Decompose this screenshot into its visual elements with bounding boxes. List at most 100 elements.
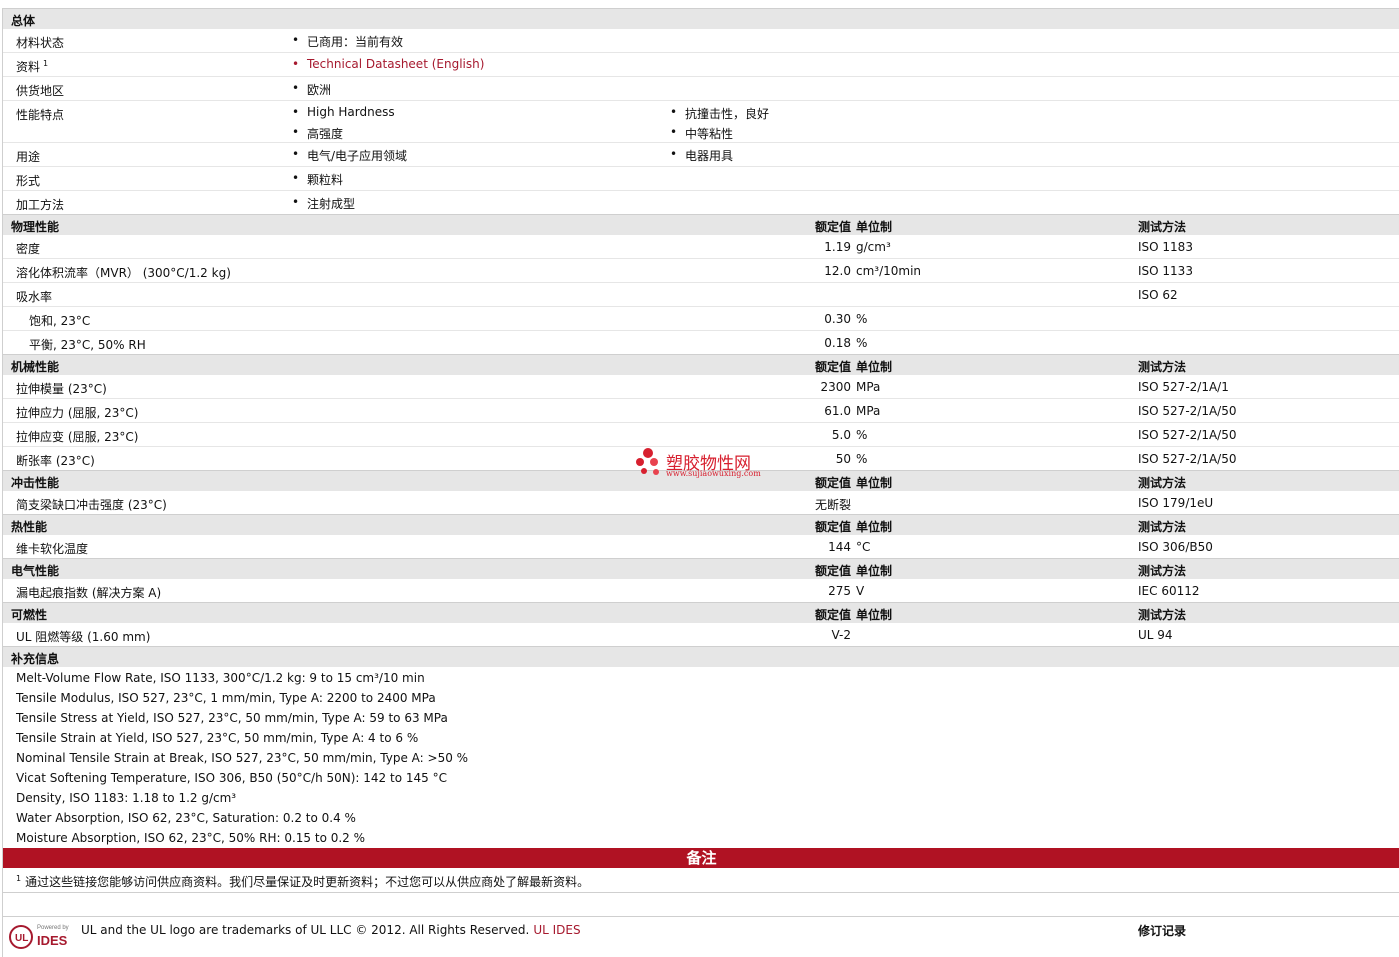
- unit-header: 单位制: [856, 220, 893, 234]
- property-value: 61.0: [824, 404, 851, 418]
- revision-history-label: 修订记录: [1138, 924, 1187, 938]
- property-value: 0.30: [824, 312, 851, 326]
- supplemental-line: Moisture Absorption, ISO 62, 23°C, 50% R…: [16, 831, 366, 845]
- property-unit: °C: [856, 540, 871, 554]
- property-label: 维卡软化温度: [16, 542, 89, 556]
- property-label: 平衡, 23°C, 50% RH: [29, 338, 146, 352]
- feature-item: High Hardness: [292, 105, 395, 119]
- row-literature: 资料1 Technical Datasheet (English): [3, 53, 1399, 77]
- method-header: 测试方法: [1138, 520, 1187, 534]
- property-method: ISO 179/1eU: [1138, 496, 1214, 510]
- row-value: 颗粒料: [292, 171, 343, 188]
- nominal-header: 额定值: [814, 476, 851, 490]
- section-title: 物理性能: [11, 220, 60, 234]
- watermark: 塑胶物性网 www.sujiaowuxing.com: [634, 447, 774, 483]
- watermark-dots-icon: [636, 448, 659, 475]
- nominal-header: 额定值: [814, 520, 851, 534]
- table-row: 密度 1.19 g/cm³ ISO 1183: [3, 235, 1399, 259]
- section-electrical-header: 电气性能 额定值 单位制 测试方法: [3, 558, 1399, 579]
- use-item: 电气/电子应用领域: [292, 147, 407, 164]
- section-thermal-header: 热性能 额定值 单位制 测试方法: [3, 514, 1399, 535]
- nominal-header: 额定值: [814, 220, 851, 234]
- technical-datasheet-link[interactable]: Technical Datasheet (English): [292, 57, 484, 71]
- table-row: UL 阻燃等级 (1.60 mm) V-2 UL 94: [3, 623, 1399, 646]
- supplemental-line: Tensile Strain at Yield, ISO 527, 23°C, …: [16, 731, 419, 745]
- property-value: 1.19: [824, 240, 851, 254]
- property-method: ISO 527-2/1A/50: [1138, 404, 1237, 418]
- property-unit: %: [856, 452, 868, 466]
- footer: UL Powered by IDES UL and the UL logo ar…: [3, 916, 1399, 957]
- supplemental-line: Density, ISO 1183: 1.18 to 1.2 g/cm³: [16, 791, 237, 805]
- feature-item: 中等粘性: [670, 125, 733, 142]
- ul-ides-link[interactable]: UL IDES: [533, 923, 580, 937]
- row-value: 注射成型: [292, 195, 355, 212]
- property-unit: MPa: [856, 404, 881, 418]
- section-title: 可燃性: [11, 608, 48, 622]
- row-availability: 供货地区 欧洲: [3, 77, 1399, 101]
- property-unit: %: [856, 312, 868, 326]
- property-method: ISO 527-2/1A/1: [1138, 380, 1229, 394]
- supplemental-line: Nominal Tensile Strain at Break, ISO 527…: [16, 751, 469, 765]
- table-row: 饱和, 23°C 0.30 %: [3, 307, 1399, 331]
- property-unit: %: [856, 428, 868, 442]
- table-row: 拉伸应变 (屈服, 23°C) 5.0 % ISO 527-2/1A/50: [3, 423, 1399, 447]
- method-header: 测试方法: [1138, 220, 1187, 234]
- nominal-header: 额定值: [814, 608, 851, 622]
- supplemental-line: Tensile Stress at Yield, ISO 527, 23°C, …: [16, 711, 448, 725]
- table-row: 拉伸模量 (23°C) 2300 MPa ISO 527-2/1A/1: [3, 375, 1399, 399]
- property-value: 2300: [820, 380, 851, 394]
- row-processing: 加工方法 注射成型: [3, 191, 1399, 214]
- table-row: 溶化体积流率（MVR） (300°C/1.2 kg) 12.0 cm³/10mi…: [3, 259, 1399, 283]
- section-supplemental-header: 补充信息: [3, 646, 1399, 667]
- row-label: 供货地区: [16, 84, 65, 98]
- section-title: 冲击性能: [11, 476, 60, 490]
- footnote-marker: 1: [43, 59, 49, 68]
- property-method: IEC 60112: [1138, 584, 1200, 598]
- property-label: 密度: [16, 242, 41, 256]
- property-unit: g/cm³: [856, 240, 891, 254]
- property-value: 275: [828, 584, 851, 598]
- watermark-url: www.sujiaowuxing.com: [666, 469, 761, 478]
- property-label: 饱和, 23°C: [29, 314, 91, 328]
- unit-header: 单位制: [856, 564, 893, 578]
- svg-text:UL: UL: [15, 933, 28, 944]
- table-row: 维卡软化温度 144 °C ISO 306/B50: [3, 535, 1399, 558]
- table-row: 漏电起痕指数 (解决方案 A) 275 V IEC 60112: [3, 579, 1399, 602]
- property-value: 50: [835, 452, 851, 466]
- section-title: 电气性能: [11, 564, 60, 578]
- property-unit: %: [856, 336, 868, 350]
- property-value: 无断裂: [814, 498, 851, 512]
- section-general-header: 总体: [3, 8, 1399, 29]
- property-label: 吸水率: [16, 290, 53, 304]
- section-flammability-header: 可燃性 额定值 单位制 测试方法: [3, 602, 1399, 623]
- property-label: 拉伸模量 (23°C): [16, 382, 107, 396]
- row-label: 材料状态: [16, 36, 65, 50]
- nominal-header: 额定值: [814, 564, 851, 578]
- row-value: 欧洲: [292, 81, 331, 98]
- property-value: V-2: [831, 628, 851, 642]
- unit-header: 单位制: [856, 476, 893, 490]
- property-method: ISO 1183: [1138, 240, 1193, 254]
- property-label: 拉伸应变 (屈服, 23°C): [16, 430, 139, 444]
- section-physical-header: 物理性能 额定值 单位制 测试方法: [3, 214, 1399, 235]
- unit-header: 单位制: [856, 608, 893, 622]
- property-method: ISO 306/B50: [1138, 540, 1213, 554]
- table-row: 平衡, 23°C, 50% RH 0.18 %: [3, 331, 1399, 354]
- row-value: 已商用：当前有效: [292, 33, 403, 50]
- method-header: 测试方法: [1138, 608, 1187, 622]
- supplemental-line: Melt-Volume Flow Rate, ISO 1133, 300°C/1…: [16, 671, 425, 685]
- notes-header: 备注: [3, 848, 1399, 868]
- footnote: 1 通过这些链接您能够访问供应商资料。我们尽量保证及时更新资料；不过您可以从供应商…: [3, 868, 1399, 893]
- property-label: 溶化体积流率（MVR） (300°C/1.2 kg): [16, 266, 231, 280]
- table-row: 拉伸应力 (屈服, 23°C) 61.0 MPa ISO 527-2/1A/50: [3, 399, 1399, 423]
- supplemental-line: Water Absorption, ISO 62, 23°C, Saturati…: [16, 811, 356, 825]
- row-uses: 用途 电气/电子应用领域 电器用具: [3, 143, 1399, 167]
- supplemental-line: Vicat Softening Temperature, ISO 306, B5…: [16, 771, 447, 785]
- trademark-text: UL and the UL logo are trademarks of UL …: [81, 923, 581, 937]
- table-row: 吸水率 ISO 62: [3, 283, 1399, 307]
- property-unit: cm³/10min: [856, 264, 922, 278]
- row-label: 形式: [16, 174, 41, 188]
- property-method: UL 94: [1138, 628, 1173, 642]
- unit-header: 单位制: [856, 360, 893, 374]
- use-item: 电器用具: [670, 147, 733, 164]
